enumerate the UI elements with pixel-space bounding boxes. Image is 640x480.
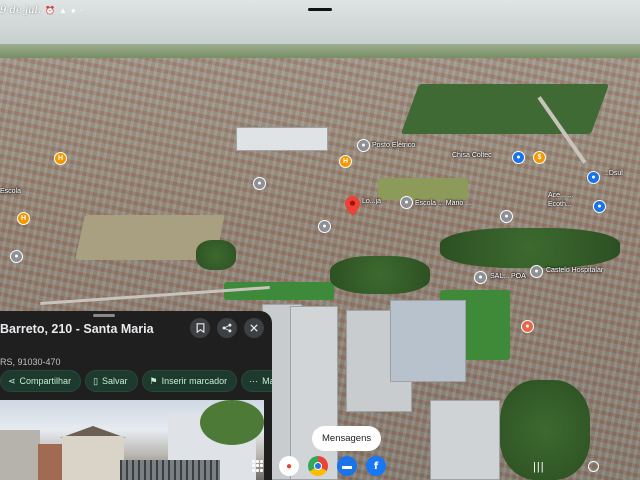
- map-label: Escola: [0, 188, 22, 195]
- add-label-chip[interactable]: ⚑ Inserir marcador: [141, 370, 238, 392]
- pin-icon[interactable]: ●: [530, 265, 543, 278]
- warning-icon: ▲: [58, 5, 67, 15]
- stadium-building: [236, 127, 328, 151]
- photo-house: [0, 430, 40, 480]
- shopping-icon[interactable]: ●: [593, 200, 606, 213]
- pin-icon[interactable]: ●: [521, 320, 534, 333]
- pin-icon[interactable]: ●: [500, 210, 513, 223]
- close-icon: [250, 324, 258, 332]
- tree-cluster-1: [440, 228, 620, 268]
- share-icon: ⋖: [8, 375, 16, 386]
- google-one-icon: ●: [70, 5, 76, 15]
- green-field-northeast: [400, 84, 610, 134]
- bookmark-icon: [196, 323, 204, 333]
- hospital-icon[interactable]: H: [339, 155, 352, 168]
- alarm-icon: ⏰: [44, 5, 55, 15]
- map-label: Posto Elétrico: [372, 142, 416, 149]
- pin-icon[interactable]: ●: [474, 271, 487, 284]
- status-time: 9 de jul.: [0, 4, 41, 16]
- more-chip[interactable]: ⋯ Ma: [241, 370, 272, 392]
- facebook-icon[interactable]: f: [366, 456, 386, 476]
- map-label: Ecoth...: [548, 201, 572, 208]
- pin-icon[interactable]: ●: [357, 139, 370, 152]
- maps-icon[interactable]: ●: [279, 456, 299, 476]
- park-field: [378, 178, 468, 200]
- chip-label: Salvar: [102, 376, 128, 386]
- map-label: Chisa Coltec: [452, 152, 492, 159]
- tree-cluster-2: [330, 256, 430, 294]
- map-label: Escola ... Mario ...: [415, 200, 472, 207]
- hospital-icon[interactable]: H: [54, 152, 67, 165]
- shopping-icon[interactable]: ●: [512, 151, 525, 164]
- chrome-icon[interactable]: [308, 456, 328, 476]
- share-chip[interactable]: ⋖ Compartilhar: [0, 370, 82, 392]
- map-label: ...Dsul: [603, 170, 623, 177]
- map-label: Ace... ...: [548, 192, 574, 199]
- dot-icon: ·: [79, 5, 83, 15]
- shopping-icon[interactable]: ●: [587, 171, 600, 184]
- shopping-icon[interactable]: $: [533, 151, 546, 164]
- messages-tooltip: Mensagens: [312, 426, 382, 451]
- card-drag-handle[interactable]: [93, 314, 115, 317]
- photo-fence: [120, 460, 220, 480]
- action-chips: ⋖ Compartilhar ▯ Salvar ⚑ Inserir marcad…: [0, 370, 272, 392]
- app-drawer-icon[interactable]: [252, 460, 264, 472]
- save-chip[interactable]: ▯ Salvar: [85, 370, 138, 392]
- pin-icon[interactable]: ●: [253, 177, 266, 190]
- home-button[interactable]: [588, 461, 599, 472]
- flag-icon: ⚑: [149, 375, 158, 386]
- chip-label: Ma: [262, 376, 272, 386]
- share-icon: [222, 323, 232, 333]
- map-label: SAL... POA: [490, 273, 526, 280]
- chip-label: Inserir marcador: [161, 376, 228, 386]
- selected-location-pin-icon[interactable]: [345, 196, 360, 216]
- tree-cluster-4: [196, 240, 236, 270]
- warehouse-5: [430, 400, 500, 480]
- share-button[interactable]: [217, 318, 237, 338]
- photo-tree: [200, 400, 264, 445]
- close-button[interactable]: [244, 318, 264, 338]
- top-drag-handle[interactable]: [308, 8, 332, 11]
- pin-icon[interactable]: ●: [318, 220, 331, 233]
- status-bar: 9 de jul. ⏰ ▲ ● ·: [0, 0, 82, 20]
- messages-icon[interactable]: ▬: [337, 456, 357, 476]
- tree-cluster-3: [500, 380, 590, 480]
- photo-house: [62, 436, 124, 480]
- map-label: Lo...ja: [362, 198, 382, 205]
- hospital-icon[interactable]: H: [17, 212, 30, 225]
- street-view-photo[interactable]: [0, 400, 264, 480]
- chip-label: Compartilhar: [19, 376, 72, 386]
- recents-button[interactable]: |||: [533, 461, 545, 473]
- more-icon: ⋯: [249, 375, 259, 386]
- map-label: Castelo Hospitalar: [546, 267, 604, 274]
- place-card[interactable]: Barreto, 210 - Santa Maria RS, 91030-470…: [0, 311, 272, 480]
- card-actions: [190, 318, 264, 338]
- pin-icon[interactable]: ●: [10, 250, 23, 263]
- save-button[interactable]: [190, 318, 210, 338]
- bookmark-icon: ▯: [93, 375, 99, 386]
- place-title: Barreto, 210 - Santa Maria: [0, 322, 154, 336]
- place-subtitle: RS, 91030-470: [0, 357, 61, 367]
- warehouse-4: [390, 300, 466, 382]
- taskbar-dock: ● ▬ f: [252, 452, 386, 480]
- pin-icon[interactable]: ●: [400, 196, 413, 209]
